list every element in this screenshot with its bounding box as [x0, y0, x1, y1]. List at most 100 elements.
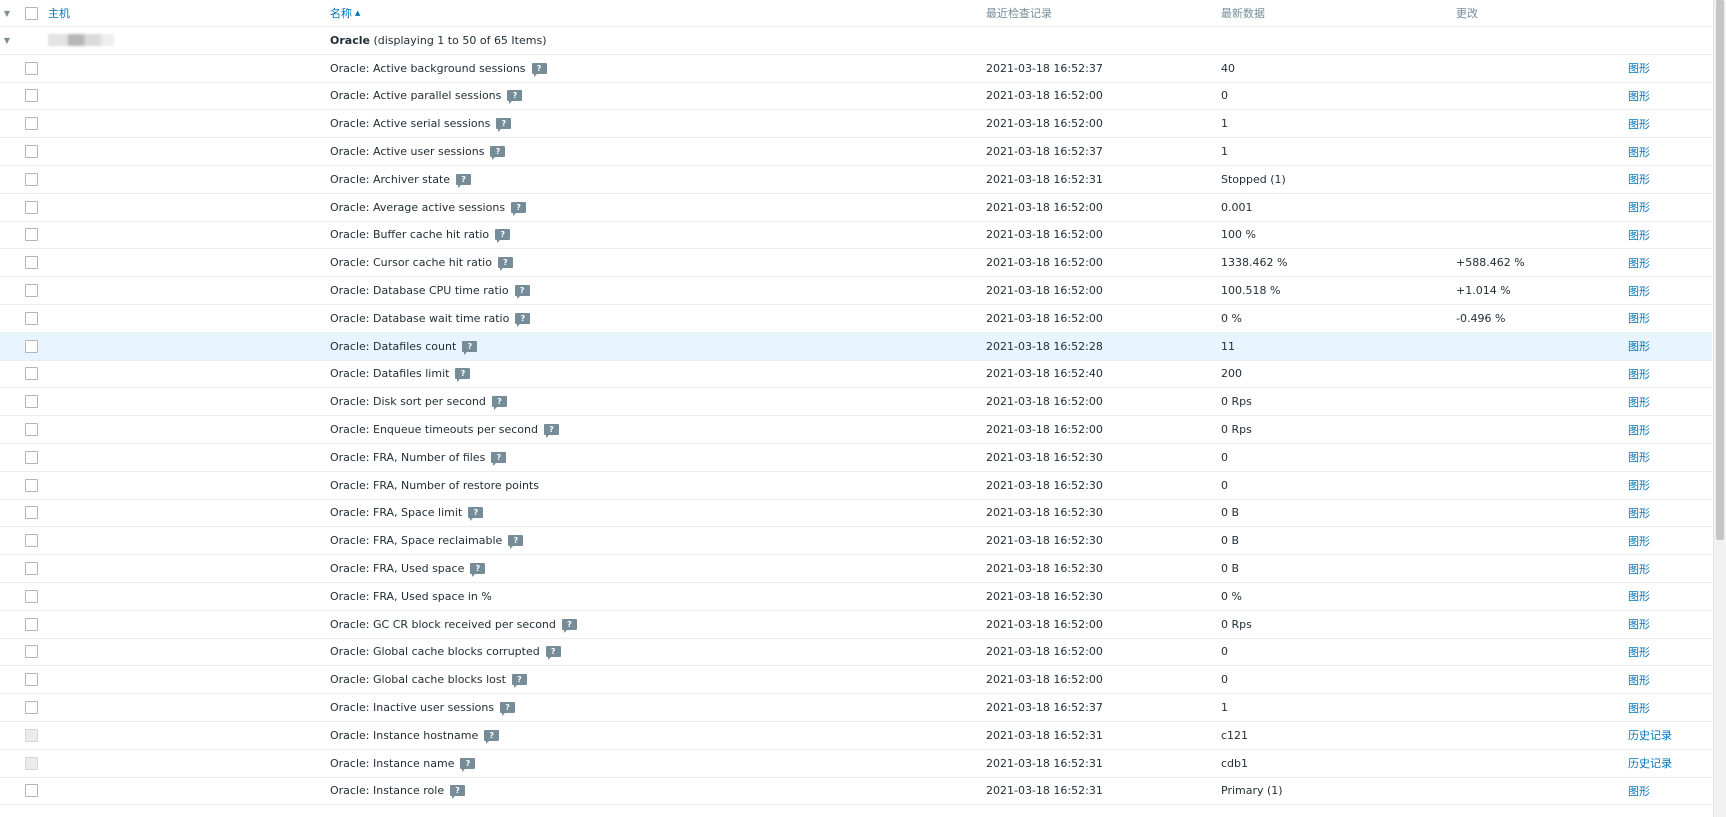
description-hint-icon[interactable]: ?: [495, 229, 511, 244]
graph-link[interactable]: 图形: [1628, 144, 1650, 160]
item-action-cell: 历史记录: [1628, 750, 1672, 777]
graph-link[interactable]: 图形: [1628, 533, 1650, 549]
item-name: Oracle: Datafiles count: [330, 339, 457, 353]
vertical-scrollbar[interactable]: [1713, 0, 1726, 817]
row-checkbox-cell: [25, 778, 38, 805]
row-checkbox[interactable]: [25, 423, 38, 437]
graph-link[interactable]: 图形: [1628, 255, 1650, 271]
description-hint-icon[interactable]: ?: [561, 618, 577, 633]
history-link[interactable]: 历史记录: [1628, 727, 1672, 743]
row-checkbox[interactable]: [25, 645, 38, 659]
graph-link[interactable]: 图形: [1628, 88, 1650, 104]
description-hint-icon[interactable]: ?: [468, 507, 484, 522]
item-name: Oracle: Buffer cache hit ratio: [330, 228, 490, 242]
description-hint-icon[interactable]: ?: [531, 62, 547, 77]
graph-link[interactable]: 图形: [1628, 394, 1650, 410]
row-checkbox[interactable]: [25, 617, 38, 631]
description-hint-icon[interactable]: ?: [515, 312, 531, 327]
graph-link[interactable]: 图形: [1628, 644, 1650, 660]
latest-value: 0: [1221, 478, 1228, 492]
description-hint-icon[interactable]: ?: [455, 368, 471, 383]
graph-link[interactable]: 图形: [1628, 199, 1650, 215]
row-checkbox[interactable]: [25, 228, 38, 242]
row-checkbox[interactable]: [25, 395, 38, 409]
graph-link[interactable]: 图形: [1628, 116, 1650, 132]
row-checkbox[interactable]: [25, 534, 38, 548]
row-checkbox[interactable]: [25, 200, 38, 214]
item-name-cell: Oracle: FRA, Number of restore points: [330, 472, 539, 499]
graph-link[interactable]: 图形: [1628, 310, 1650, 326]
application-group-title[interactable]: Oracle (displaying 1 to 50 of 65 Items): [330, 27, 547, 54]
row-checkbox[interactable]: [25, 701, 38, 715]
description-hint-icon[interactable]: ?: [484, 729, 500, 744]
graph-link[interactable]: 图形: [1628, 672, 1650, 688]
row-checkbox[interactable]: [25, 367, 38, 381]
scrollbar-thumb[interactable]: [1716, 0, 1724, 540]
graph-link[interactable]: 图形: [1628, 449, 1650, 465]
graph-link[interactable]: 图形: [1628, 700, 1650, 716]
row-checkbox-cell: [25, 555, 38, 582]
row-checkbox[interactable]: [25, 562, 38, 576]
graph-link[interactable]: 图形: [1628, 283, 1650, 299]
row-checkbox[interactable]: [25, 784, 38, 798]
collapse-all-icon[interactable]: ▼: [2, 0, 12, 26]
description-hint-icon[interactable]: ?: [511, 201, 527, 216]
row-checkbox[interactable]: [25, 256, 38, 270]
row-checkbox[interactable]: [25, 172, 38, 186]
row-checkbox-cell: [25, 194, 38, 221]
graph-link[interactable]: 图形: [1628, 616, 1650, 632]
description-hint-icon[interactable]: ?: [456, 173, 472, 188]
description-hint-icon[interactable]: ?: [460, 757, 476, 772]
description-hint-icon[interactable]: ?: [470, 563, 486, 578]
item-name: Oracle: Active background sessions: [330, 61, 526, 75]
description-hint-icon[interactable]: ?: [491, 396, 507, 411]
row-checkbox[interactable]: [25, 506, 38, 520]
graph-link[interactable]: 图形: [1628, 783, 1650, 799]
table-row: Oracle: Global cache blocks lost? 2021-03…: [0, 666, 1712, 695]
row-checkbox-cell: [25, 166, 38, 193]
latest-value: 0 Rps: [1221, 423, 1252, 437]
row-checkbox-cell: [25, 500, 38, 527]
description-hint-icon[interactable]: ?: [507, 90, 523, 105]
graph-link[interactable]: 图形: [1628, 171, 1650, 187]
row-checkbox[interactable]: [25, 589, 38, 603]
graph-link[interactable]: 图形: [1628, 588, 1650, 604]
row-checkbox[interactable]: [25, 311, 38, 325]
select-all-checkbox[interactable]: [25, 6, 38, 20]
description-hint-icon[interactable]: ?: [490, 146, 506, 161]
row-checkbox[interactable]: [25, 145, 38, 159]
graph-link[interactable]: 图形: [1628, 561, 1650, 577]
sort-by-name-link[interactable]: 名称: [330, 5, 352, 21]
graph-link[interactable]: 图形: [1628, 505, 1650, 521]
host-group-row: ▼ Oracle (displaying 1 to 50 of 65 Items…: [0, 27, 1712, 55]
graph-link[interactable]: 图形: [1628, 422, 1650, 438]
description-hint-icon[interactable]: ?: [500, 702, 516, 717]
row-checkbox[interactable]: [25, 450, 38, 464]
collapse-group-icon[interactable]: ▼: [2, 27, 12, 54]
row-checkbox-cell: [25, 83, 38, 110]
row-checkbox[interactable]: [25, 339, 38, 353]
description-hint-icon[interactable]: ?: [545, 646, 561, 661]
graph-link[interactable]: 图形: [1628, 338, 1650, 354]
description-hint-icon[interactable]: ?: [496, 118, 512, 133]
description-hint-icon[interactable]: ?: [491, 451, 507, 466]
row-checkbox[interactable]: [25, 117, 38, 131]
description-hint-icon[interactable]: ?: [462, 340, 478, 355]
description-hint-icon[interactable]: ?: [514, 285, 530, 300]
description-hint-icon[interactable]: ?: [543, 424, 559, 439]
sort-by-host-link[interactable]: 主机: [48, 5, 70, 21]
row-checkbox[interactable]: [25, 89, 38, 103]
row-checkbox[interactable]: [25, 284, 38, 298]
row-checkbox[interactable]: [25, 478, 38, 492]
graph-link[interactable]: 图形: [1628, 366, 1650, 382]
row-checkbox[interactable]: [25, 673, 38, 687]
history-link[interactable]: 历史记录: [1628, 755, 1672, 771]
description-hint-icon[interactable]: ?: [508, 535, 524, 550]
graph-link[interactable]: 图形: [1628, 227, 1650, 243]
description-hint-icon[interactable]: ?: [450, 785, 466, 800]
description-hint-icon[interactable]: ?: [511, 674, 527, 689]
graph-link[interactable]: 图形: [1628, 477, 1650, 493]
row-checkbox[interactable]: [25, 61, 38, 75]
description-hint-icon[interactable]: ?: [497, 257, 513, 272]
graph-link[interactable]: 图形: [1628, 60, 1650, 76]
